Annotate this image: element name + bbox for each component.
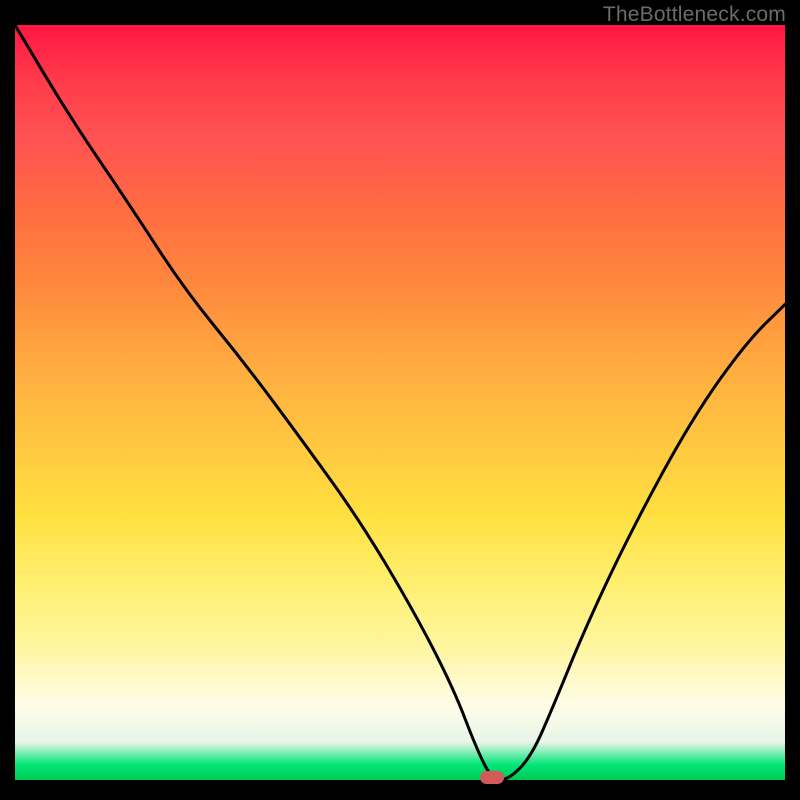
curve-svg — [15, 25, 785, 780]
plot-area — [15, 25, 785, 780]
watermark-label: TheBottleneck.com — [603, 3, 786, 27]
chart-container: TheBottleneck.com — [0, 0, 800, 800]
bottleneck-curve — [15, 25, 785, 780]
minimum-marker — [480, 771, 504, 784]
